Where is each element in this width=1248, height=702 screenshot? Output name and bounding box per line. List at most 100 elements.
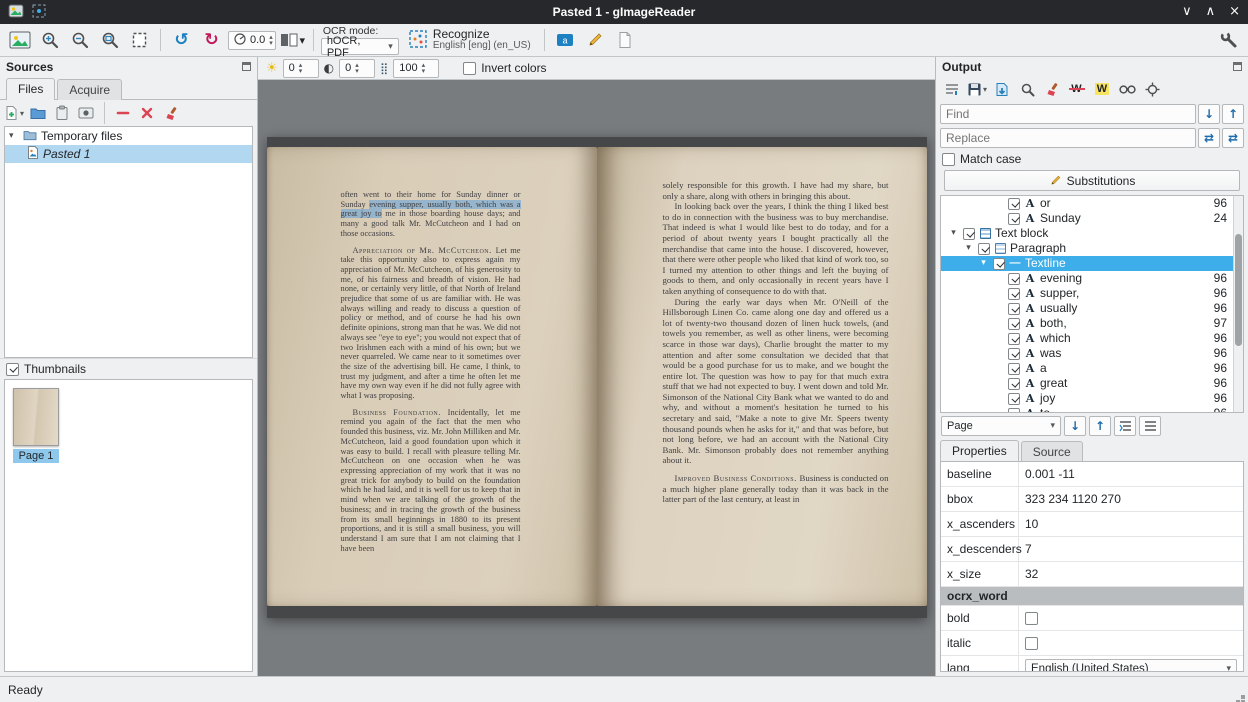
detach-panel-icon[interactable]	[1233, 62, 1242, 71]
brightness-spinbox[interactable]: 0 ▴▾	[283, 59, 319, 78]
tree-row[interactable]: ▾Text block	[941, 226, 1243, 241]
italic-checkbox[interactable]	[1025, 637, 1038, 650]
contrast-spinbox[interactable]: 0 ▴▾	[339, 59, 375, 78]
spin-down-icon[interactable]: ▾	[269, 40, 273, 46]
tree-row[interactable]: Aevening96	[941, 271, 1243, 286]
tree-row[interactable]: Asupper,96	[941, 286, 1243, 301]
page-thumbnail[interactable]	[13, 388, 59, 446]
tab-source[interactable]: Source	[1021, 441, 1083, 462]
replace-all-button[interactable]: ⇄	[1222, 128, 1244, 148]
resize-grip[interactable]	[1241, 695, 1245, 699]
spin-arrows[interactable]: ▴▾	[299, 62, 303, 74]
save-output-button[interactable]: ▾	[966, 78, 988, 100]
item-checkbox[interactable]	[1008, 393, 1020, 405]
invert-colors-checkbox[interactable]	[463, 62, 476, 75]
paste-button[interactable]	[52, 102, 72, 124]
expander-icon[interactable]: ▾	[962, 241, 975, 256]
layout-button[interactable]: ▾	[279, 27, 306, 54]
thumbnails-checkbox[interactable]	[6, 363, 19, 376]
item-checkbox[interactable]	[1008, 303, 1020, 315]
tree-row[interactable]: ASunday24	[941, 211, 1243, 226]
replace-button[interactable]: ⇄	[1198, 128, 1220, 148]
pen-button[interactable]	[582, 27, 609, 54]
locate-crosshair-button[interactable]	[1141, 78, 1163, 100]
append-text-button[interactable]	[941, 78, 963, 100]
spin-down-icon[interactable]: ▾	[299, 68, 303, 74]
tab-acquire[interactable]: Acquire	[57, 79, 122, 100]
item-checkbox[interactable]	[1008, 348, 1020, 360]
item-checkbox[interactable]	[963, 228, 975, 240]
delete-file-button[interactable]	[137, 102, 157, 124]
property-value[interactable]: 7	[1019, 537, 1243, 561]
collapse-all-button[interactable]	[1139, 416, 1161, 436]
recognize-button[interactable]: Recognize English [eng] (en_US)	[402, 27, 537, 53]
item-checkbox[interactable]	[1008, 378, 1020, 390]
item-checkbox[interactable]	[1008, 333, 1020, 345]
item-checkbox[interactable]	[993, 258, 1005, 270]
clear-files-button[interactable]	[161, 102, 181, 124]
language-button[interactable]: a	[552, 27, 579, 54]
tree-row-pasted-1[interactable]: Pasted 1	[5, 145, 252, 163]
confidence-highlight-button[interactable]: W	[1091, 78, 1113, 100]
property-value[interactable]: 10	[1019, 512, 1243, 536]
item-checkbox[interactable]	[1008, 213, 1020, 225]
add-file-button[interactable]: ▾	[4, 102, 24, 124]
tab-properties[interactable]: Properties	[940, 440, 1019, 462]
item-checkbox[interactable]	[1008, 363, 1020, 375]
rotate-right-button[interactable]: ↻	[198, 27, 225, 54]
close-button[interactable]: ×	[1229, 0, 1240, 24]
substitutions-button[interactable]: Substitutions	[944, 170, 1240, 191]
confidence-strike-button[interactable]: W	[1066, 78, 1088, 100]
scanned-image[interactable]: often went to their home for Sunday dinn…	[267, 137, 927, 618]
tree-row[interactable]: ▾—Textline	[941, 256, 1243, 271]
add-images-button[interactable]	[6, 27, 33, 54]
find-input[interactable]	[940, 104, 1196, 124]
tree-row[interactable]: ▾Paragraph	[941, 241, 1243, 256]
image-canvas[interactable]: often went to their home for Sunday dinn…	[258, 80, 935, 676]
tree-row[interactable]: Aa96	[941, 361, 1243, 376]
tree-scrollbar[interactable]	[1233, 196, 1243, 412]
scrollbar-thumb[interactable]	[1235, 234, 1242, 346]
open-folder-button[interactable]	[28, 102, 48, 124]
spin-arrows[interactable]: ▴▾	[355, 62, 359, 74]
find-next-button[interactable]: ↓	[1198, 104, 1220, 124]
screenshot-button[interactable]	[76, 102, 96, 124]
tab-files[interactable]: Files	[6, 78, 55, 100]
item-checkbox[interactable]	[1008, 318, 1020, 330]
maximize-button[interactable]: ∧	[1206, 0, 1216, 24]
property-value[interactable]: 0.001 -11	[1019, 462, 1243, 486]
thumbnails-panel[interactable]: Page 1	[4, 379, 253, 672]
bold-checkbox[interactable]	[1025, 612, 1038, 625]
item-checkbox[interactable]	[1008, 198, 1020, 210]
tree-row[interactable]: Aboth,97	[941, 316, 1243, 331]
tree-row[interactable]: Ausually96	[941, 301, 1243, 316]
property-value[interactable]: 32	[1019, 562, 1243, 586]
tree-row[interactable]: Awas96	[941, 346, 1243, 361]
zoom-out-button[interactable]	[66, 27, 93, 54]
match-case-checkbox[interactable]	[942, 153, 955, 166]
tree-row[interactable]: Ajoy96	[941, 391, 1243, 406]
clear-output-button[interactable]	[1041, 78, 1063, 100]
remove-file-button[interactable]	[113, 102, 133, 124]
expand-all-button[interactable]	[1114, 416, 1136, 436]
replace-input[interactable]	[940, 128, 1196, 148]
tree-row[interactable]: Awhich96	[941, 331, 1243, 346]
zoom-original-button[interactable]	[126, 27, 153, 54]
export-button[interactable]	[991, 78, 1013, 100]
item-checkbox[interactable]	[1008, 288, 1020, 300]
spin-down-icon[interactable]: ▾	[422, 68, 426, 74]
lang-combo[interactable]: English (United States)▾	[1025, 659, 1237, 672]
detach-panel-icon[interactable]	[242, 62, 251, 71]
minimize-button[interactable]: ∨	[1182, 0, 1192, 24]
item-checkbox[interactable]	[978, 243, 990, 255]
tree-row[interactable]: Ato96	[941, 406, 1243, 413]
ocr-tree[interactable]: Aor96ASunday24▾Text block▾Paragraph▾—Tex…	[940, 195, 1244, 413]
ocr-mode-combo[interactable]: hOCR, PDF ▾	[321, 38, 399, 55]
expander-icon[interactable]: ▾	[977, 256, 990, 271]
zoom-in-button[interactable]	[36, 27, 63, 54]
settings-wrench-button[interactable]	[1215, 27, 1242, 54]
tree-row[interactable]: Aor96	[941, 196, 1243, 211]
expander-icon[interactable]: ▾	[947, 226, 960, 241]
new-document-button[interactable]	[612, 27, 639, 54]
tree-row-temporary-files[interactable]: ▾ Temporary files	[5, 127, 252, 145]
